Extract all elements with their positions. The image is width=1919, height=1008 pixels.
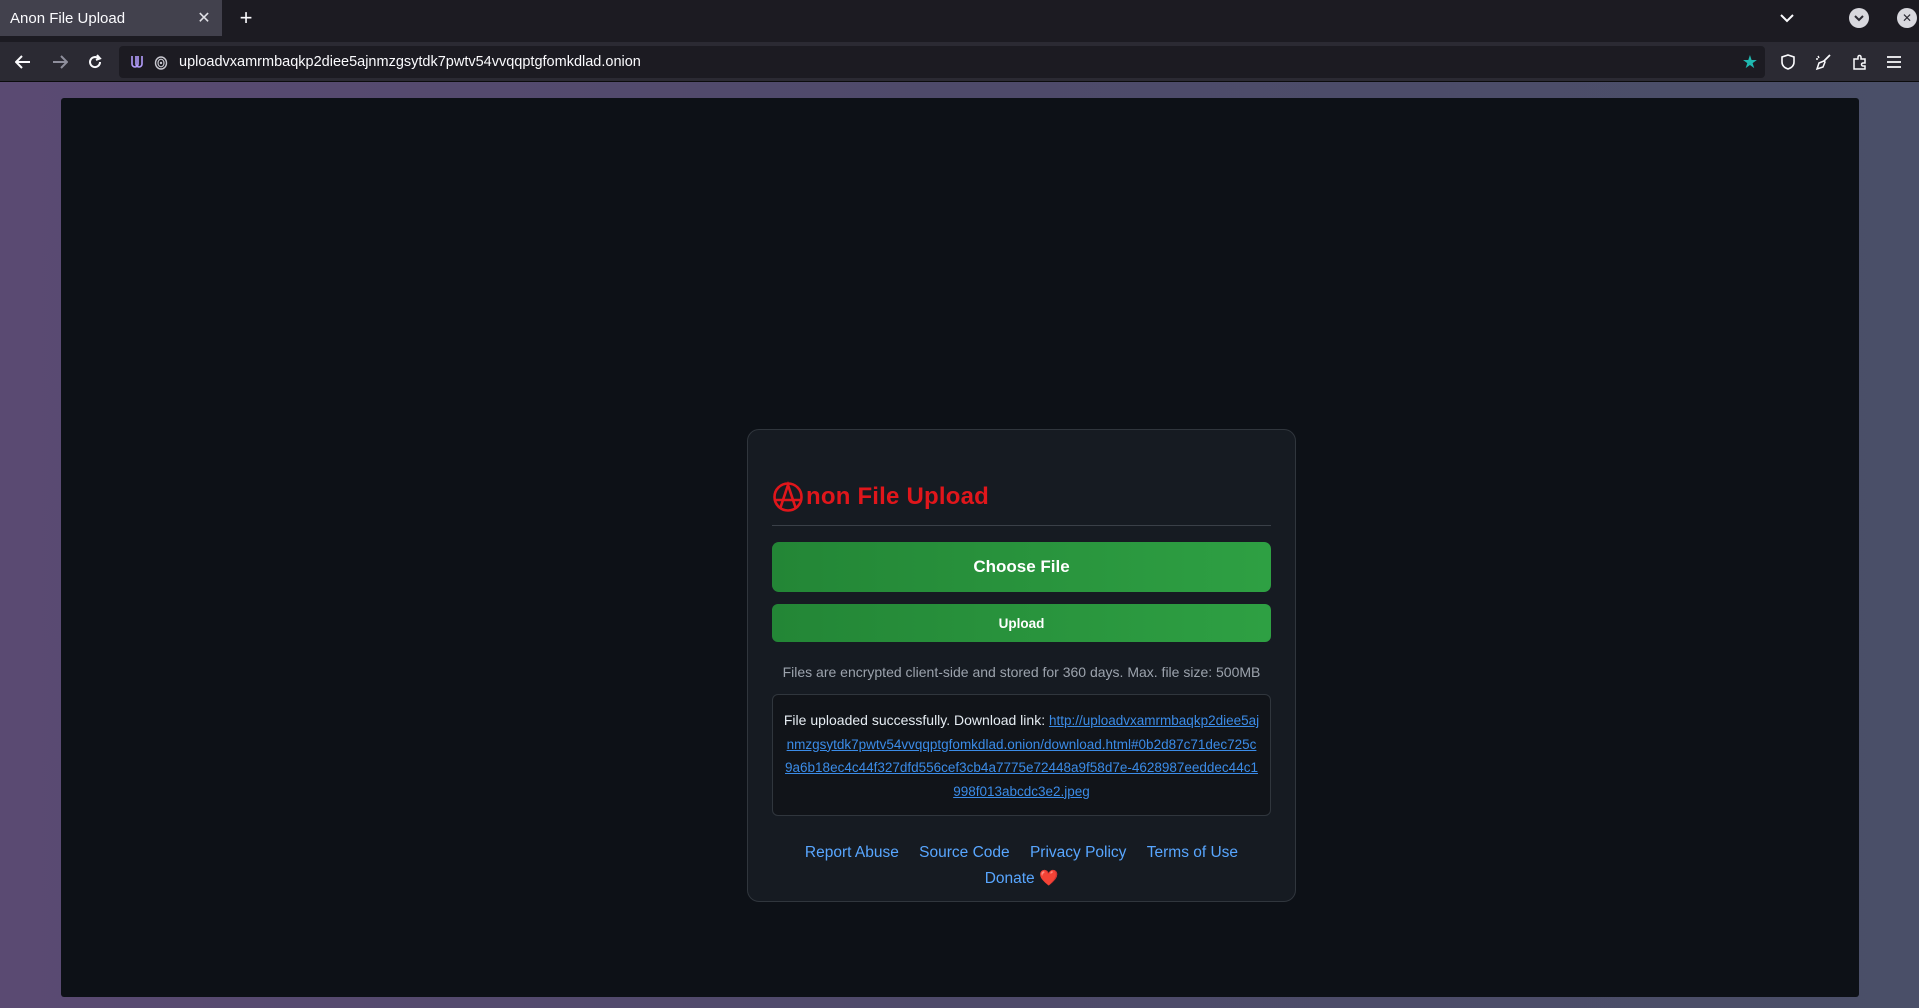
donate-label: Donate [984,870,1035,887]
new-identity-broom-icon[interactable] [1809,47,1839,77]
privacy-policy-link[interactable]: Privacy Policy [1030,844,1126,861]
url-bar[interactable]: uploadvxamrmbaqkp2diee5ajnmzgsytdk7pwtv5… [119,46,1765,78]
info-text: Files are encrypted client-side and stor… [782,664,1261,680]
donate-link[interactable]: Donate ❤️ [985,870,1059,887]
browser-tab[interactable]: Anon File Upload ✕ [0,0,222,36]
upload-card: non File Upload Choose File Upload Files… [747,429,1296,902]
title-text: non File Upload [806,482,989,510]
extensions-puzzle-icon[interactable] [1845,47,1875,77]
upload-result: File uploaded successfully. Download lin… [772,694,1271,816]
nav-bar: uploadvxamrmbaqkp2diee5ajnmzgsytdk7pwtv5… [0,42,1919,82]
footer-links: Report Abuse Source Code Privacy Policy … [772,840,1271,892]
close-tab-icon[interactable]: ✕ [190,4,218,32]
forward-arrow-icon[interactable] [45,47,75,77]
reload-icon[interactable] [80,47,110,77]
page-viewport: non File Upload Choose File Upload Files… [61,98,1859,997]
close-window-icon[interactable]: ✕ [1897,8,1917,28]
choose-file-button[interactable]: Choose File [772,542,1271,592]
terms-of-use-link[interactable]: Terms of Use [1147,844,1238,861]
back-arrow-icon[interactable] [8,47,38,77]
page-title: non File Upload [772,476,1271,526]
source-code-link[interactable]: Source Code [919,844,1009,861]
shield-icon[interactable] [1773,47,1803,77]
tab-bar: Anon File Upload ✕ + ✕ [0,0,1919,42]
url-text[interactable]: uploadvxamrmbaqkp2diee5ajnmzgsytdk7pwtv5… [179,54,1735,70]
tab-list-chevron-icon[interactable] [1773,4,1801,32]
tor-circuit-icon[interactable] [125,50,149,74]
heart-icon: ❤️ [1038,870,1059,887]
minimize-window-icon[interactable] [1849,8,1869,28]
tab-title: Anon File Upload [10,9,126,27]
upload-button[interactable]: Upload [772,604,1271,642]
onion-lock-icon[interactable] [149,50,173,74]
new-tab-button[interactable]: + [232,4,260,32]
bookmark-star-icon[interactable]: ★ [1735,52,1765,73]
report-abuse-link[interactable]: Report Abuse [805,844,899,861]
hamburger-menu-icon[interactable] [1879,47,1909,77]
result-message: File uploaded successfully. Download lin… [783,712,1049,728]
anarchy-a-icon [773,480,803,512]
